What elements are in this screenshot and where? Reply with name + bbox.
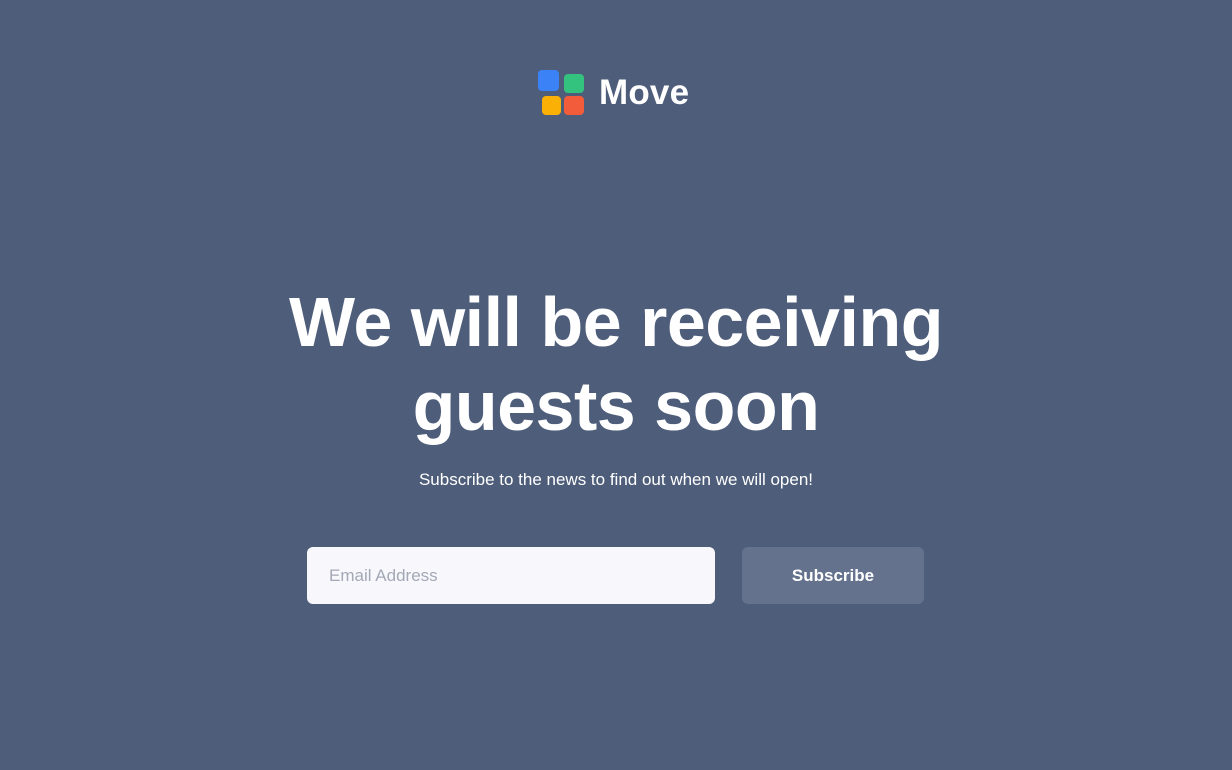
brand-logo[interactable]: Move — [537, 69, 689, 117]
logo-square-red — [564, 96, 584, 115]
subscribe-button[interactable]: Subscribe — [742, 547, 924, 604]
logo-square-green — [564, 74, 584, 93]
email-input[interactable] — [307, 547, 715, 604]
page-headline: We will be receiving guests soon — [0, 280, 1232, 448]
logo-square-blue — [538, 70, 559, 91]
brand-name: Move — [599, 73, 690, 112]
subscribe-form: Subscribe — [307, 547, 924, 604]
logo-square-orange — [542, 96, 561, 115]
headline-line-1: We will be receiving — [289, 283, 943, 361]
logo-grid-icon — [537, 69, 585, 117]
page-subtitle: Subscribe to the news to find out when w… — [418, 470, 814, 489]
headline-line-2: guests soon — [412, 367, 820, 445]
